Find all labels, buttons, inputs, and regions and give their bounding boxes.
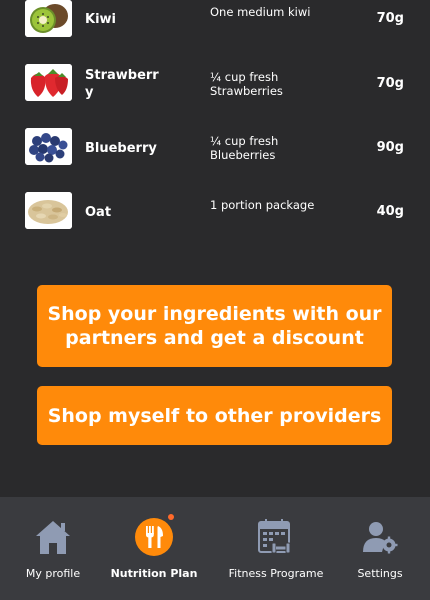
strawberry-image [25,64,72,101]
tab-my-profile[interactable]: My profile [0,497,106,600]
food-portion: One medium kiwi [210,5,311,19]
food-row-blueberry[interactable]: Blueberry ¼ cup fresh Blueberries 90g [0,128,430,192]
bottom-tab-bar: My profile Nutrition Plan Fitness Progra… [0,497,430,600]
food-amount: 70g [376,11,404,26]
calendar-dumbbell-icon [256,517,296,557]
tab-nutrition-plan[interactable]: Nutrition Plan [106,497,202,600]
food-amount: 40g [376,204,404,219]
food-row-oat[interactable]: Oat 1 portion package 40g [0,192,430,256]
food-amount: 90g [376,140,404,155]
food-name: Strawberry [85,68,159,100]
tab-settings[interactable]: Settings [340,497,420,600]
user-gear-icon [360,517,400,557]
notification-dot [168,514,174,520]
food-amount: 70g [376,76,404,91]
tab-fitness-programe[interactable]: Fitness Programe [218,497,334,600]
shop-partners-button[interactable]: Shop your ingredients with our partners … [37,285,392,367]
shop-other-providers-button[interactable]: Shop myself to other providers [37,386,392,445]
fork-knife-icon [134,517,174,557]
oat-image [25,192,72,229]
food-row-strawberry[interactable]: Strawberry ¼ cup fresh Strawberries 70g [0,64,430,128]
food-portion: 1 portion package [210,198,315,212]
kiwi-image [25,0,72,37]
food-name: Kiwi [85,12,116,27]
food-portion: ¼ cup fresh Strawberries [210,70,283,98]
shop-partners-label: Shop your ingredients with our partners … [47,303,382,349]
tab-label: My profile [25,567,81,580]
tab-label: Nutrition Plan [110,567,198,580]
food-portion: ¼ cup fresh Blueberries [210,134,279,162]
blueberry-image [25,128,72,165]
food-row-kiwi[interactable]: Kiwi One medium kiwi 70g [0,0,430,64]
food-name: Oat [85,205,112,220]
shop-other-providers-label: Shop myself to other providers [47,404,382,427]
tab-label: Settings [357,567,403,580]
tab-label: Fitness Programe [228,567,324,580]
home-icon [33,517,73,557]
food-name: Blueberry [85,141,157,156]
